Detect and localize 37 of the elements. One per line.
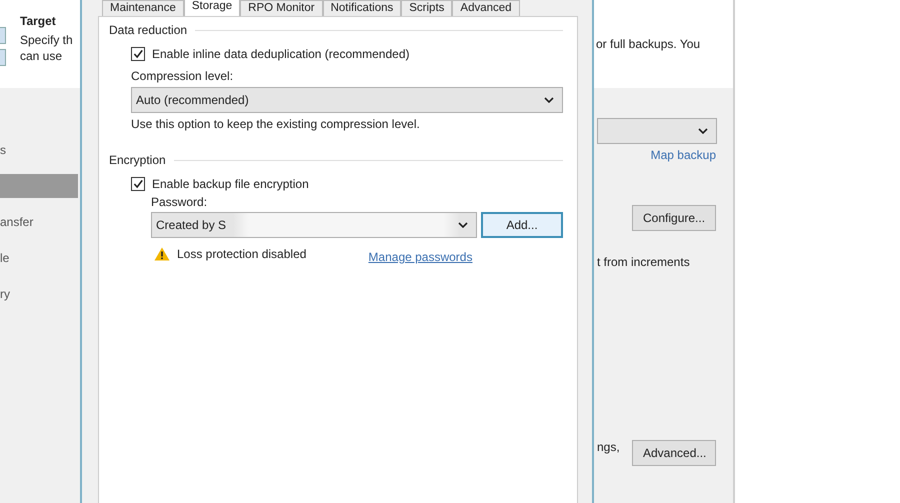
hint-text: Use this option to keep the existing compression level. — [131, 117, 421, 131]
warning-text: Loss protection disabled — [177, 247, 306, 261]
nav-item[interactable]: ansfer — [0, 210, 78, 234]
checkbox-label: Enable inline data deduplication (recommended) — [152, 47, 410, 61]
map-backup-link[interactable]: Map backup — [650, 148, 716, 162]
group-title: Data reduction — [109, 23, 188, 37]
tab[interactable]: Storage — [184, 0, 240, 16]
checkbox[interactable] — [131, 47, 145, 61]
nav-item[interactable]: s — [0, 138, 78, 162]
add-button[interactable]: Add... — [481, 212, 563, 238]
nav-item[interactable]: ry — [0, 282, 78, 306]
option-text: ngs, — [597, 440, 620, 454]
group-title: Encryption — [109, 153, 166, 167]
chevron-icon — [458, 222, 468, 228]
tab[interactable]: Scripts — [401, 0, 452, 16]
header-description: or full backups. You — [596, 37, 700, 51]
option-text: t from increments — [597, 255, 690, 269]
header-description: Specify th — [20, 32, 73, 48]
field-label: Compression level: — [131, 69, 234, 83]
tab[interactable]: RPO Monitor — [240, 0, 323, 16]
configure-button[interactable]: Configure... — [632, 205, 716, 231]
manage-passwords-link[interactable]: Manage passwords — [368, 250, 472, 264]
checkbox[interactable] — [131, 177, 145, 191]
chevron-icon — [698, 128, 708, 134]
password-dropdown[interactable]: Created by S — [151, 212, 477, 238]
compression-dropdown[interactable]: Auto (recommended) — [131, 87, 563, 113]
warning-icon — [154, 247, 170, 261]
header-title: Target — [20, 14, 57, 28]
header-description: can use — [20, 48, 64, 64]
checkbox-label: Enable backup file encryption — [152, 177, 309, 191]
tab[interactable]: Maintenance — [102, 0, 184, 16]
tab[interactable]: Notifications — [322, 0, 402, 16]
tab[interactable]: Advanced — [452, 0, 520, 16]
advanced-button[interactable]: Advanced... — [632, 440, 716, 466]
chevron-icon — [544, 97, 554, 103]
nav-item[interactable]: le — [0, 246, 78, 270]
field-label: Password: — [151, 195, 208, 209]
